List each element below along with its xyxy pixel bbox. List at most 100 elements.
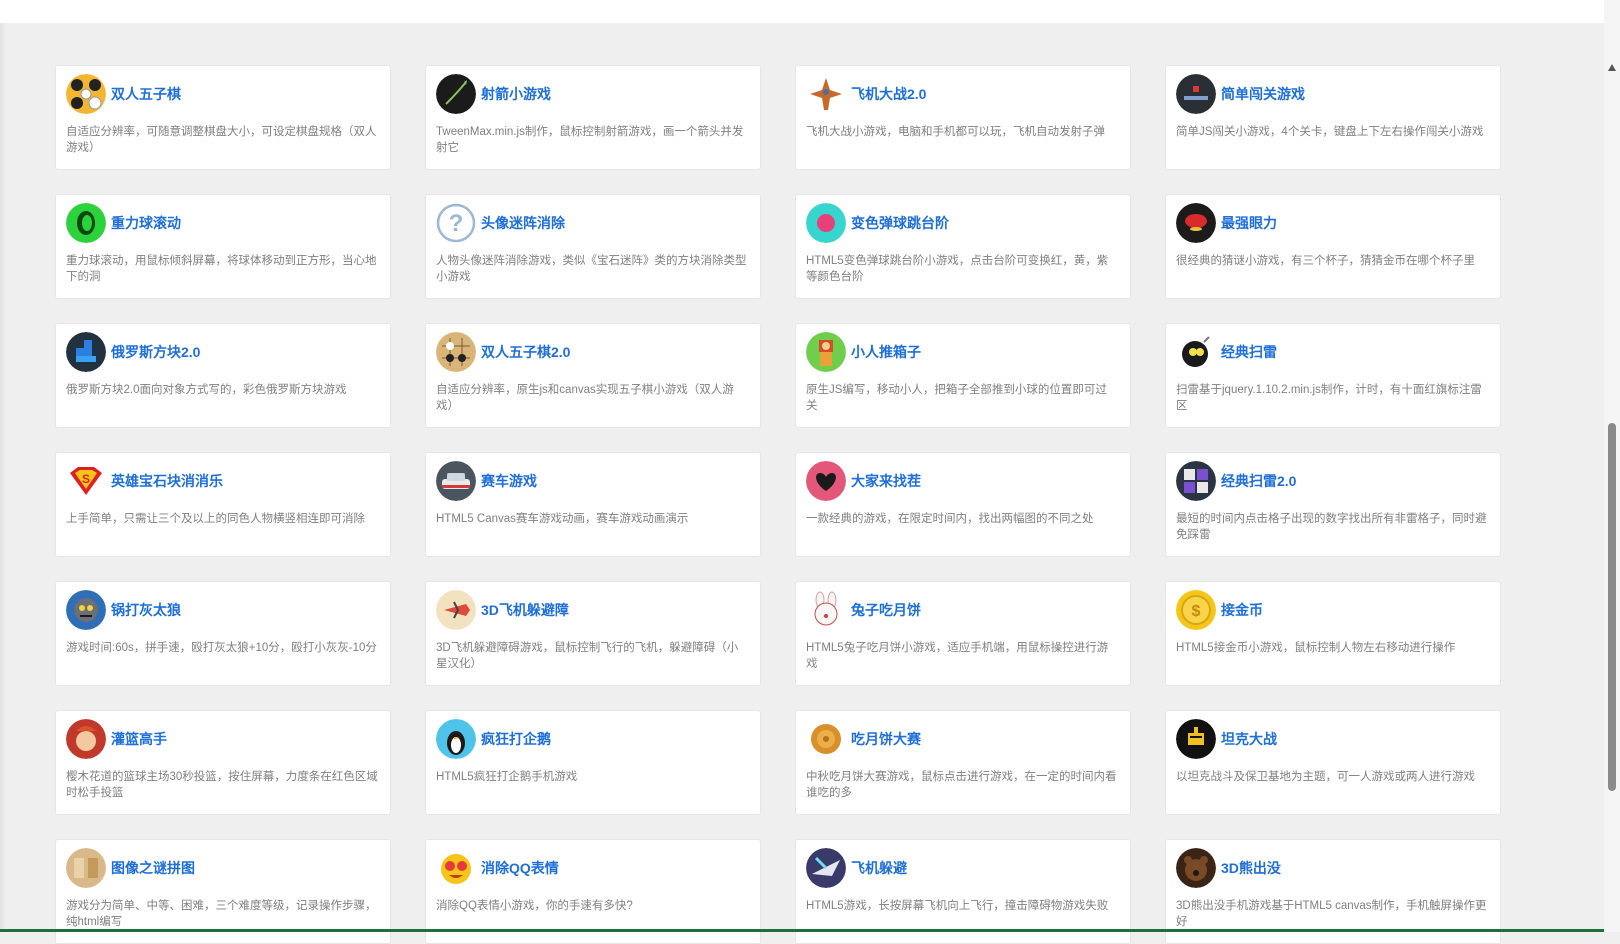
game-card-header: 飞机大战2.0 (806, 74, 1120, 114)
game-card-header: 3D熊出没 (1176, 848, 1490, 888)
game-description: 简单JS闯关小游戏，4个关卡，键盘上下左右操作闯关小游戏 (1176, 126, 1484, 138)
game-card[interactable]: 俄罗斯方块2.0 俄罗斯方块2.0面向对象方式写的，彩色俄罗斯方块游戏 (55, 323, 391, 428)
game-card[interactable]: $ 接金币 HTML5接金币小游戏，鼠标控制人物左右移动进行操作 (1165, 581, 1501, 686)
qq-emoji-icon[interactable] (436, 848, 476, 888)
game-card[interactable]: 小人推箱子 原生JS编写，移动小人，把箱子全部推到小球的位置即可过关 (795, 323, 1131, 428)
vertical-scrollbar[interactable] (1604, 0, 1620, 932)
game-title-link[interactable]: 双人五子棋 (111, 84, 181, 104)
game-card[interactable]: 经典扫雷 扫雷基于jquery.1.10.2.min.js制作，计时，有十面红旗标… (1165, 323, 1501, 428)
game-card[interactable]: 简单闯关游戏简单JS闯关小游戏，4个关卡，键盘上下左右操作闯关小游戏 (1165, 65, 1501, 170)
game-description: HTML5疯狂打企鹅手机游戏 (436, 771, 578, 783)
svg-text:S: S (82, 472, 90, 486)
game-card[interactable]: 经典扫雷2.0 最短的时间内点击格子出现的数字找出所有非雷格子，同时避免踩雷 (1165, 452, 1501, 557)
game-card-header: 图像之谜拼图 (66, 848, 380, 888)
game-card[interactable]: ? 头像迷阵消除 人物头像迷阵消除游戏，类似《宝石迷阵》类的方块消除类型小游戏 (425, 194, 761, 299)
game-title-link[interactable]: 经典扫雷 (1221, 342, 1277, 362)
game-card[interactable]: S 英雄宝石块消消乐 上手简单，只需让三个及以上的同色人物横竖相连即可消除 (55, 452, 391, 557)
tetris-icon[interactable] (66, 332, 106, 372)
question-mark-icon[interactable]: ? (436, 203, 476, 243)
game-title-link[interactable]: 吃月饼大赛 (851, 729, 921, 749)
game-card[interactable]: 大家来找茬 一款经典的游戏，在限定时间内，找出两幅图的不同之处 (795, 452, 1131, 557)
game-title-link[interactable]: 重力球滚动 (111, 213, 181, 233)
level-icon[interactable] (1176, 74, 1216, 114)
basketball-icon[interactable] (66, 719, 106, 759)
game-title-link[interactable]: 变色弹球跳台阶 (851, 213, 949, 233)
game-title-link[interactable]: 消除QQ表情 (481, 858, 559, 878)
jet-icon[interactable] (806, 848, 846, 888)
game-card[interactable]: 双人五子棋2.0 自适应分辨率，原生js和canvas实现五子棋小游戏（双人游戏） (425, 323, 761, 428)
game-description: HTML5 Canvas赛车游戏动画，赛车游戏动画演示 (436, 513, 689, 525)
scrollbar-thumb[interactable] (1608, 423, 1616, 791)
game-title-link[interactable]: 3D熊出没 (1221, 858, 1281, 878)
puzzle-icon[interactable] (66, 848, 106, 888)
minesweeper-icon[interactable] (1176, 461, 1216, 501)
heart-icon[interactable] (806, 461, 846, 501)
game-card[interactable]: 3D飞机躲避障 3D飞机躲避障碍游戏，鼠标控制飞行的飞机，躲避障碍（小星汉化） (425, 581, 761, 686)
game-card[interactable]: 锅打灰太狼 游戏时间:60s，拼手速，殴打灰太狼+10分，殴打小灰灰-10分 (55, 581, 391, 686)
game-card[interactable]: 赛车游戏 HTML5 Canvas赛车游戏动画，赛车游戏动画演示 (425, 452, 761, 557)
game-title-link[interactable]: 射箭小游戏 (481, 84, 551, 104)
wolf-icon[interactable] (66, 590, 106, 630)
game-title-link[interactable]: 赛车游戏 (481, 471, 537, 491)
game-title-link[interactable]: 大家来找茬 (851, 471, 921, 491)
3d-plane-icon[interactable] (436, 590, 476, 630)
top-bar (0, 0, 1604, 23)
rabbit-icon[interactable] (806, 590, 846, 630)
game-title-link[interactable]: 接金币 (1221, 600, 1263, 620)
penguin-icon[interactable] (436, 719, 476, 759)
game-title-link[interactable]: 小人推箱子 (851, 342, 921, 362)
game-card-header: 简单闯关游戏 (1176, 74, 1490, 114)
game-title-link[interactable]: 疯狂打企鹅 (481, 729, 551, 749)
scroll-up-arrow-icon[interactable] (1608, 64, 1616, 71)
mooncake-icon[interactable] (806, 719, 846, 759)
bomb-icon[interactable] (1176, 332, 1216, 372)
game-title-link[interactable]: 最强眼力 (1221, 213, 1277, 233)
game-title-link[interactable]: 头像迷阵消除 (481, 213, 565, 233)
game-title-link[interactable]: 经典扫雷2.0 (1221, 471, 1296, 491)
game-title-link[interactable]: 俄罗斯方块2.0 (111, 342, 200, 362)
game-card[interactable]: 重力球滚动重力球滚动，用鼠标倾斜屏幕，将球体移动到正方形，当心地下的洞 (55, 194, 391, 299)
game-title-link[interactable]: 飞机大战2.0 (851, 84, 926, 104)
tank-icon[interactable] (1176, 719, 1216, 759)
game-card[interactable]: 疯狂打企鹅 HTML5疯狂打企鹅手机游戏 (425, 710, 761, 815)
game-card[interactable]: 飞机大战2.0 飞机大战小游戏，电脑和手机都可以玩，飞机自动发射子弹 (795, 65, 1131, 170)
game-title-link[interactable]: 灌篮高手 (111, 729, 167, 749)
game-description: HTML5变色弹球跳台阶小游戏，点击台阶可变换红，黄，紫等颜色台阶 (806, 255, 1109, 283)
game-card[interactable]: 最强眼力 很经典的猜谜小游戏，有三个杯子，猜猜金币在哪个杯子里 (1165, 194, 1501, 299)
superman-icon[interactable]: S (66, 461, 106, 501)
gomoku-board-icon[interactable] (436, 332, 476, 372)
coin-icon[interactable]: $ (1176, 590, 1216, 630)
bear-icon[interactable] (1176, 848, 1216, 888)
game-description: 自适应分辨率，原生js和canvas实现五子棋小游戏（双人游戏） (436, 384, 734, 412)
game-card[interactable]: 坦克大战 以坦克战斗及保卫基地为主题，可一人游戏或两人进行游戏 (1165, 710, 1501, 815)
bounce-ball-icon[interactable] (806, 203, 846, 243)
sokoban-icon[interactable] (806, 332, 846, 372)
game-title-link[interactable]: 双人五子棋2.0 (481, 342, 570, 362)
game-card-header: 灌篮高手 (66, 719, 380, 759)
game-title-link[interactable]: 英雄宝石块消消乐 (111, 471, 223, 491)
gravity-ball-icon[interactable] (66, 203, 106, 243)
game-card-header: 俄罗斯方块2.0 (66, 332, 380, 372)
game-card[interactable]: 双人五子棋 自适应分辨率，可随意调整棋盘大小，可设定棋盘规格（双人游戏） (55, 65, 391, 170)
svg-text:$: $ (1192, 603, 1201, 620)
game-description: 重力球滚动，用鼠标倾斜屏幕，将球体移动到正方形，当心地下的洞 (66, 255, 377, 283)
cup-icon[interactable] (1176, 203, 1216, 243)
game-title-link[interactable]: 简单闯关游戏 (1221, 84, 1305, 104)
plane-icon[interactable] (806, 74, 846, 114)
game-card[interactable]: 变色弹球跳台阶 HTML5变色弹球跳台阶小游戏，点击台阶可变换红，黄，紫等颜色台阶 (795, 194, 1131, 299)
game-title-link[interactable]: 图像之谜拼图 (111, 858, 195, 878)
game-title-link[interactable]: 兔子吃月饼 (851, 600, 921, 620)
game-card[interactable]: 兔子吃月饼 HTML5兔子吃月饼小游戏，适应手机端，用鼠标操控进行游戏 (795, 581, 1131, 686)
race-car-icon[interactable] (436, 461, 476, 501)
game-title-link[interactable]: 3D飞机躲避障 (481, 600, 569, 620)
game-card[interactable]: 灌篮高手 樱木花道的篮球主场30秒投篮，按住屏幕，力度条在红色区域时松手投篮 (55, 710, 391, 815)
gomoku-icon[interactable] (66, 74, 106, 114)
game-card[interactable]: 射箭小游戏 TweenMax.min.js制作，鼠标控制射箭游戏，画一个箭头并发射… (425, 65, 761, 170)
game-card-header: ? 头像迷阵消除 (436, 203, 750, 243)
game-title-link[interactable]: 飞机躲避 (851, 858, 907, 878)
game-title-link[interactable]: 锅打灰太狼 (111, 600, 181, 620)
arrow-icon[interactable] (436, 74, 476, 114)
game-card[interactable]: 吃月饼大赛 中秋吃月饼大赛游戏，鼠标点击进行游戏，在一定的时间内看谁吃的多 (795, 710, 1131, 815)
game-card-header: 锅打灰太狼 (66, 590, 380, 630)
game-title-link[interactable]: 坦克大战 (1221, 729, 1277, 749)
